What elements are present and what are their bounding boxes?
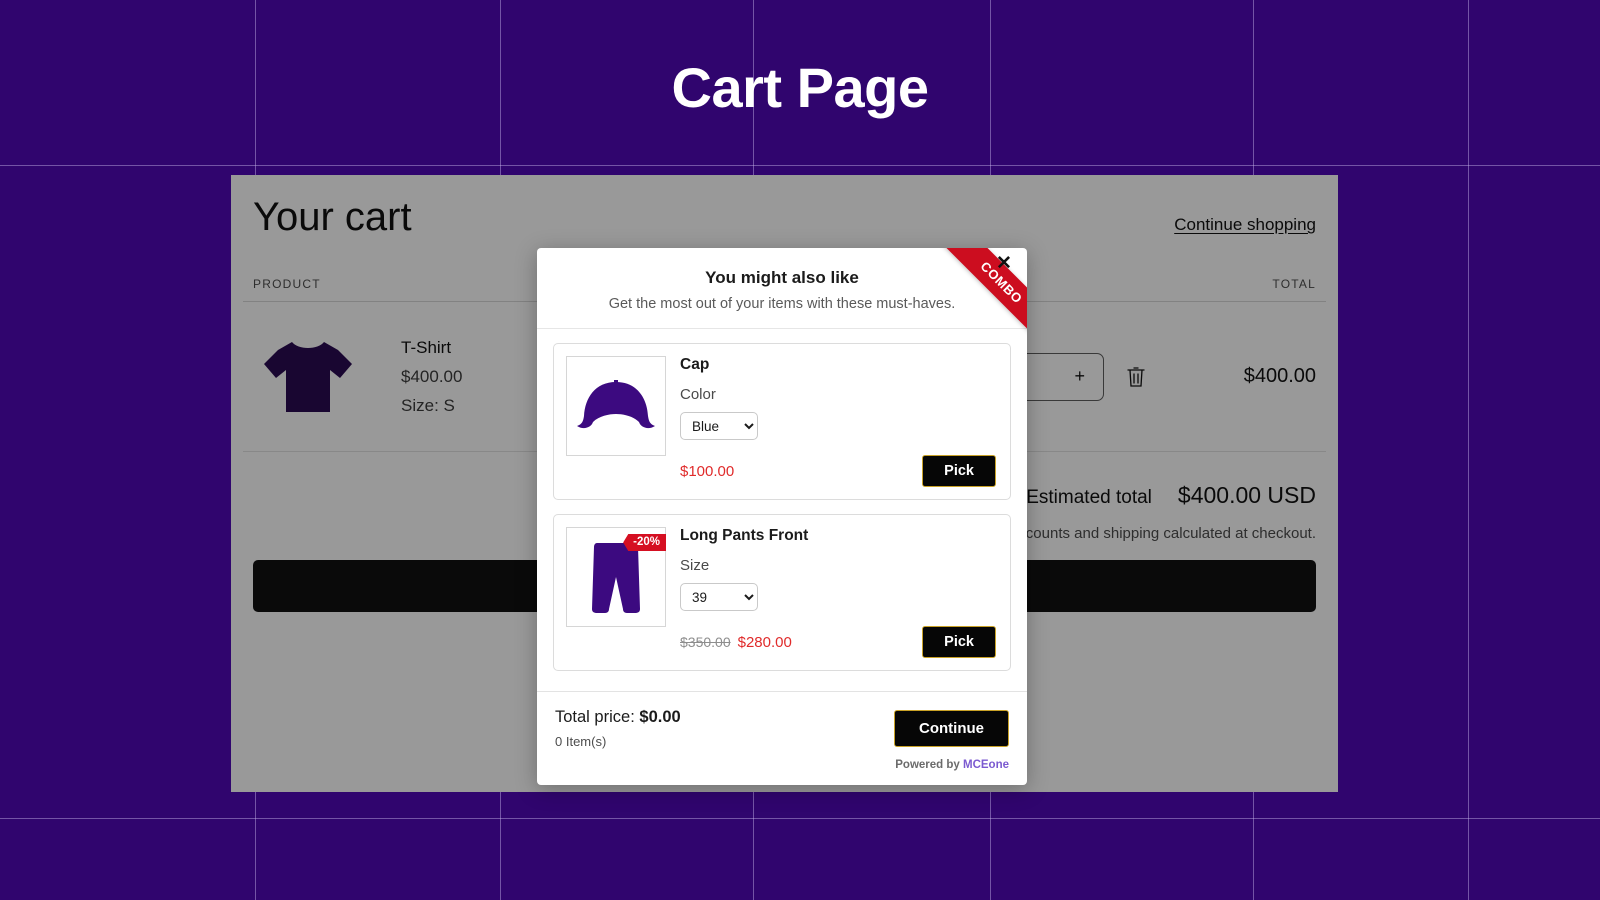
close-icon[interactable]: ✕ — [993, 253, 1015, 275]
items-count: 0 Item(s) — [555, 734, 681, 749]
estimated-total-label: Estimated total — [1026, 487, 1152, 509]
page-title: Cart Page — [0, 55, 1600, 120]
powered-by-brand[interactable]: MCEone — [963, 759, 1009, 771]
pants-icon[interactable]: -20% — [566, 527, 666, 627]
modal-body: Cap Color Blue $100.00 Pick -20% — [537, 329, 1027, 691]
powered-by: Powered by MCEone — [555, 759, 1009, 771]
upsell-modal: You might also like Get the most out of … — [537, 248, 1027, 785]
total-price-block: Total price: $0.00 0 Item(s) — [555, 708, 681, 749]
total-price-label: Total price: — [555, 708, 635, 726]
modal-footer-row: Total price: $0.00 0 Item(s) Continue — [555, 708, 1009, 749]
product-name: Cap — [680, 356, 996, 374]
cart-item-total: $400.00 — [1186, 365, 1316, 388]
modal-footer: Total price: $0.00 0 Item(s) Continue Po… — [537, 691, 1027, 785]
trash-icon[interactable] — [1126, 366, 1146, 388]
total-price: Total price: $0.00 — [555, 708, 681, 727]
product-info: Cap Color Blue $100.00 Pick — [680, 356, 996, 487]
continue-shopping-link[interactable]: Continue shopping — [1174, 215, 1316, 241]
upsell-product-card: Cap Color Blue $100.00 Pick — [553, 343, 1011, 500]
product-info: Long Pants Front Size 39 $350.00 $280.00… — [680, 527, 996, 658]
powered-by-prefix: Powered by — [895, 759, 963, 771]
product-option-label: Size — [680, 557, 996, 574]
product-prices: $100.00 — [680, 463, 734, 480]
discount-badge: -20% — [623, 534, 666, 551]
product-option-select[interactable]: Blue — [680, 412, 758, 440]
modal-subtitle: Get the most out of your items with thes… — [561, 296, 1003, 312]
product-price: $280.00 — [738, 634, 792, 651]
cart-header: Your cart Continue shopping — [243, 175, 1326, 241]
product-option-label: Color — [680, 386, 996, 403]
modal-header: You might also like Get the most out of … — [537, 248, 1027, 329]
modal-title: You might also like — [561, 268, 1003, 288]
product-bottom-row: $100.00 Pick — [680, 455, 996, 487]
product-prices: $350.00 $280.00 — [680, 634, 792, 651]
column-header-total: TOTAL — [1272, 277, 1316, 291]
tshirt-icon[interactable] — [253, 338, 363, 416]
pick-button[interactable]: Pick — [922, 626, 996, 658]
product-name: Long Pants Front — [680, 527, 996, 545]
product-bottom-row: $350.00 $280.00 Pick — [680, 626, 996, 658]
column-header-product: PRODUCT — [253, 277, 321, 291]
cap-icon[interactable] — [566, 356, 666, 456]
product-option-select[interactable]: 39 — [680, 583, 758, 611]
product-price: $100.00 — [680, 463, 734, 480]
cart-heading: Your cart — [253, 193, 412, 241]
continue-button[interactable]: Continue — [894, 710, 1009, 747]
product-old-price: $350.00 — [680, 634, 731, 650]
pick-button[interactable]: Pick — [922, 455, 996, 487]
total-price-value: $0.00 — [639, 708, 680, 726]
upsell-product-card: -20% Long Pants Front Size 39 $350.00 $2… — [553, 514, 1011, 671]
estimated-total-value: $400.00 USD — [1178, 482, 1316, 509]
